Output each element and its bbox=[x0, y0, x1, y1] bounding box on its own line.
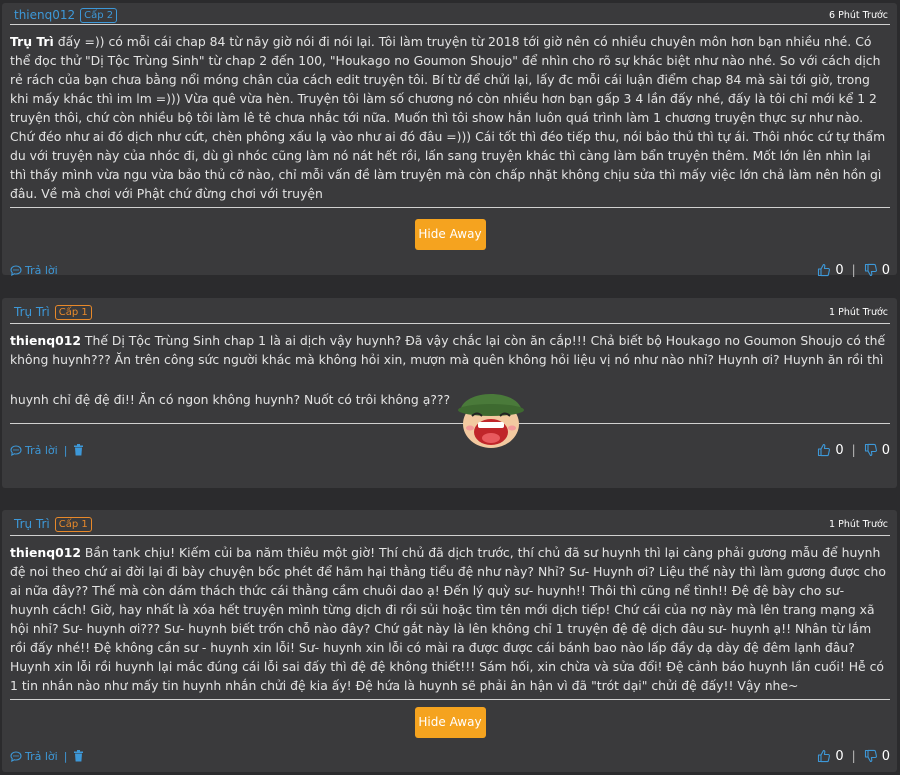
like-count: 0 bbox=[835, 262, 844, 278]
comment-body: thienq012 Thế Dị Tộc Trùng Sinh chap 1 l… bbox=[10, 324, 890, 369]
thumbs-up-icon bbox=[818, 263, 831, 277]
comment-text: Bần tank chịu! Kiếm củi ba năm thiêu một… bbox=[10, 545, 886, 693]
comment-divider bbox=[10, 423, 890, 424]
comment-header: Trụ Trì Cấp 1 1 Phút Trước bbox=[10, 514, 890, 536]
mention-name[interactable]: thienq012 bbox=[10, 333, 81, 348]
comment-header: thienq012 Cấp 2 6 Phút Trước bbox=[10, 7, 890, 25]
comment-author[interactable]: thienq012 bbox=[14, 8, 75, 22]
mention-name[interactable]: thienq012 bbox=[10, 545, 81, 560]
hide-away-button[interactable]: Hide Away bbox=[414, 707, 486, 738]
comment-card: thienq012 Cấp 2 6 Phút Trước Trụ Trì đấy… bbox=[2, 3, 897, 278]
comment-author[interactable]: Trụ Trì bbox=[14, 517, 50, 531]
dislike-button[interactable]: 0 bbox=[864, 443, 890, 458]
comment-footer: Trả lời 0 | 0 bbox=[10, 258, 890, 282]
dislike-count: 0 bbox=[881, 442, 890, 458]
mention-name[interactable]: Trụ Trì bbox=[10, 34, 54, 49]
level-badge: Cấp 1 bbox=[54, 516, 92, 532]
hide-away-button[interactable]: Hide Away bbox=[414, 219, 486, 250]
delete-button[interactable] bbox=[73, 444, 84, 456]
thumbs-down-icon bbox=[864, 263, 877, 277]
level-badge: Cấp 2 bbox=[80, 7, 118, 23]
comment-text: đấy =)) có mỗi cái chap 84 từ nãy giờ nó… bbox=[10, 34, 886, 201]
vote-group: 0 | 0 bbox=[817, 263, 890, 278]
comment-time: 1 Phút Trước bbox=[829, 306, 888, 318]
comment-author[interactable]: Trụ Trì bbox=[14, 305, 50, 319]
comment-time: 1 Phút Trước bbox=[829, 518, 888, 530]
like-button[interactable]: 0 bbox=[817, 262, 844, 278]
like-count: 0 bbox=[835, 442, 844, 458]
reply-link[interactable]: Trả lời bbox=[10, 750, 58, 763]
footer-separator: | bbox=[63, 749, 68, 763]
comment-time: 6 Phút Trước bbox=[829, 9, 888, 21]
reply-label: Trả lời bbox=[25, 443, 58, 457]
footer-separator: | bbox=[63, 443, 68, 457]
comment-footer: Trả lời | 0 | 0 bbox=[10, 744, 890, 768]
comment-footer: Trả lời | 0 | 0 bbox=[10, 438, 890, 462]
like-button[interactable]: 0 bbox=[817, 442, 844, 458]
reply-link[interactable]: Trả lời bbox=[10, 444, 58, 457]
dislike-count: 0 bbox=[881, 748, 890, 764]
laughing-soldier-emoji bbox=[458, 394, 524, 448]
trash-icon bbox=[74, 444, 84, 456]
reply-label: Trả lời bbox=[25, 263, 58, 277]
thumbs-up-icon bbox=[818, 443, 831, 457]
speech-bubble-icon bbox=[10, 264, 22, 276]
thumbs-down-icon bbox=[864, 443, 877, 457]
comment-card: Trụ Trì Cấp 1 1 Phút Trước thienq012 Thế… bbox=[2, 298, 897, 488]
vote-group: 0 | 0 bbox=[817, 443, 890, 458]
comment-card: Trụ Trì Cấp 1 1 Phút Trước thienq012 Bần… bbox=[2, 510, 897, 772]
thumbs-down-icon bbox=[864, 749, 877, 763]
comment-header: Trụ Trì Cấp 1 1 Phút Trước bbox=[10, 302, 890, 324]
like-button[interactable]: 0 bbox=[817, 748, 844, 764]
speech-bubble-icon bbox=[10, 750, 22, 762]
hide-wrap: Hide Away bbox=[10, 208, 890, 258]
dislike-button[interactable]: 0 bbox=[864, 749, 890, 764]
reply-label: Trả lời bbox=[25, 749, 58, 763]
comment-body-continued: huynh chỉ đệ đệ đi!! Ăn có ngon không hu… bbox=[10, 369, 890, 409]
comment-body: Trụ Trì đấy =)) có mỗi cái chap 84 từ nã… bbox=[10, 25, 890, 203]
delete-button[interactable] bbox=[73, 750, 84, 762]
reply-link[interactable]: Trả lời bbox=[10, 264, 58, 277]
comment-text-continued: huynh chỉ đệ đệ đi!! Ăn có ngon không hu… bbox=[10, 392, 451, 407]
dislike-button[interactable]: 0 bbox=[864, 263, 890, 278]
vote-group: 0 | 0 bbox=[817, 749, 890, 764]
speech-bubble-icon bbox=[10, 444, 22, 456]
comment-text: Thế Dị Tộc Trùng Sinh chap 1 là ai dịch … bbox=[10, 333, 886, 367]
hide-wrap: Hide Away bbox=[10, 700, 890, 744]
vote-separator: | bbox=[851, 443, 856, 457]
trash-icon bbox=[74, 750, 84, 762]
like-count: 0 bbox=[835, 748, 844, 764]
dislike-count: 0 bbox=[881, 262, 890, 278]
thumbs-up-icon bbox=[818, 749, 831, 763]
level-badge: Cấp 1 bbox=[54, 304, 92, 320]
vote-separator: | bbox=[851, 749, 856, 763]
vote-separator: | bbox=[851, 263, 856, 277]
comment-body: thienq012 Bần tank chịu! Kiếm củi ba năm… bbox=[10, 536, 890, 695]
